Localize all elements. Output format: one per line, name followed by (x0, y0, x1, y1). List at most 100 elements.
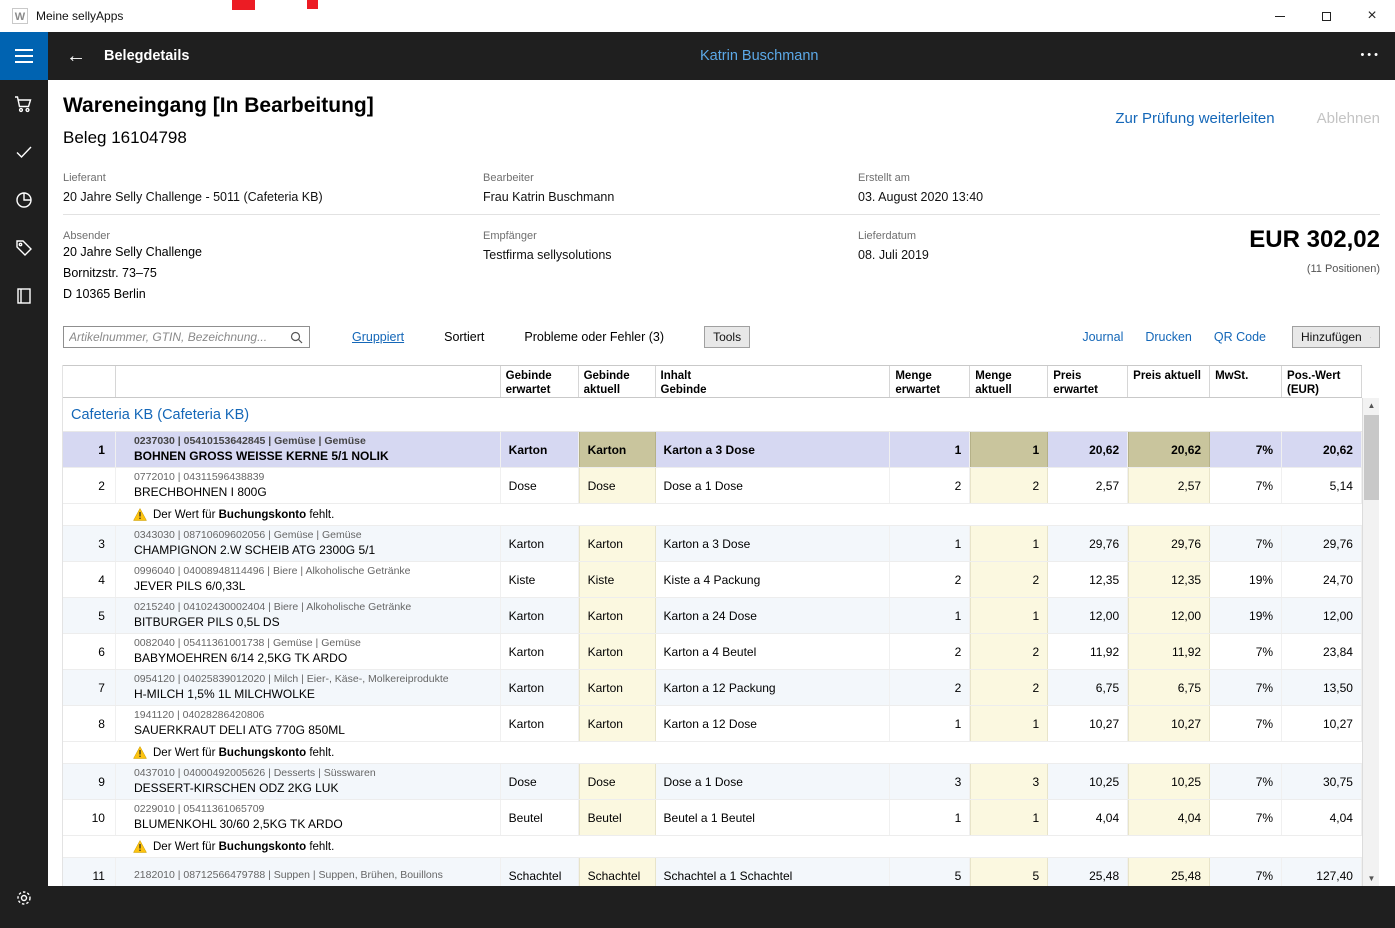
divider (63, 214, 1380, 215)
preis-aktuell-cell: 11,92 (1128, 634, 1210, 669)
sidebar (0, 80, 48, 928)
scroll-down-icon[interactable]: ▼ (1363, 871, 1380, 886)
article-meta: 0215240 | 04102430002404 | Biere | Alkoh… (134, 601, 411, 614)
gebinde-erwartet-cell: Karton (501, 670, 579, 705)
gebinde-aktuell-cell: Karton (579, 634, 656, 669)
journal-link[interactable]: Journal (1082, 330, 1123, 344)
inhalt-gebinde-cell: Karton a 3 Dose (656, 526, 891, 561)
gebinde-aktuell-cell: Karton (579, 670, 656, 705)
hamburger-menu-button[interactable] (0, 32, 48, 80)
table-row[interactable]: 30343030 | 08710609602056 | Gemüse | Gem… (63, 526, 1362, 562)
row-number-cell: 10 (63, 800, 116, 835)
screen-recording-indicator (307, 0, 318, 9)
header-label: Menge aktuell (975, 369, 1042, 397)
table-row[interactable]: 81941120 | 04028286420806SAUERKRAUT DELI… (63, 706, 1362, 742)
header-mwst[interactable]: MwSt. (1210, 366, 1282, 397)
pos-wert-cell: 23,84 (1282, 634, 1362, 669)
mwst-cell: 7% (1210, 858, 1282, 886)
add-dropdown-button[interactable]: Hinzufügen (1292, 326, 1380, 348)
preis-erwartet-cell: 10,25 (1048, 764, 1128, 799)
article-name: BRECHBOHNEN I 800G (134, 485, 267, 500)
sorted-toggle[interactable]: Sortiert (444, 330, 484, 344)
article-meta: 0343030 | 08710609602056 | Gemüse | Gemü… (134, 529, 362, 542)
table-body: 10237030 | 05410153642845 | Gemüse | Gem… (63, 432, 1362, 886)
pos-wert-cell: 13,50 (1282, 670, 1362, 705)
header-menge-erwartet[interactable]: Menge erwartet (890, 366, 970, 397)
table-row[interactable]: 100229010 | 05411361065709BLUMENKOHL 30/… (63, 800, 1362, 836)
header-article[interactable] (116, 366, 501, 397)
header-menge-aktuell[interactable]: Menge aktuell (970, 366, 1048, 397)
search-input[interactable] (64, 330, 290, 344)
header-inhalt-gebinde[interactable]: Inhalt Gebinde (656, 366, 891, 397)
gebinde-aktuell-cell: Kiste (579, 562, 656, 597)
user-link[interactable]: Katrin Buschmann (700, 32, 818, 80)
header-preis-erwartet[interactable]: Preis erwartet (1048, 366, 1128, 397)
table-row[interactable]: 40996040 | 04008948114496 | Biere | Alko… (63, 562, 1362, 598)
mwst-cell: 19% (1210, 562, 1282, 597)
scrollbar-thumb[interactable] (1364, 415, 1379, 500)
total-block: EUR 302,02 (11 Positionen) (1249, 226, 1380, 275)
scroll-up-icon[interactable]: ▲ (1363, 398, 1380, 413)
gear-icon (14, 888, 34, 908)
more-button[interactable]: ••• (1360, 32, 1381, 78)
row-number-cell: 5 (63, 598, 116, 633)
minimize-button[interactable] (1257, 0, 1303, 32)
table-row[interactable]: 20772010 | 04311596438839BRECHBOHNEN I 8… (63, 468, 1362, 504)
article-name: BABYMOEHREN 6/14 2,5KG TK ARDO (134, 651, 347, 666)
close-button[interactable]: × (1349, 0, 1395, 32)
preis-erwartet-cell: 12,00 (1048, 598, 1128, 633)
grouped-toggle[interactable]: Gruppiert (352, 330, 404, 344)
sidebar-item-reports[interactable] (0, 272, 48, 320)
header-pos-wert[interactable]: Pos.-Wert (EUR) (1282, 366, 1362, 397)
qr-code-link[interactable]: QR Code (1214, 330, 1266, 344)
forward-for-review-button[interactable]: Zur Prüfung weiterleiten (1115, 110, 1274, 127)
preis-erwartet-cell: 25,48 (1048, 858, 1128, 886)
tools-button[interactable]: Tools (704, 326, 750, 348)
sidebar-item-tasks[interactable] (0, 128, 48, 176)
preis-aktuell-cell: 25,48 (1128, 858, 1210, 886)
table-row[interactable]: 70954120 | 04025839012020 | Milch | Eier… (63, 670, 1362, 706)
warning-icon (133, 746, 147, 759)
table-row[interactable]: 112182010 | 08712566479788 | Suppen | Su… (63, 858, 1362, 886)
row-warning: Der Wert für Buchungskonto fehlt. (63, 742, 1362, 764)
header-gebinde-aktuell[interactable]: Gebinde aktuell (579, 366, 656, 397)
vertical-scrollbar[interactable]: ▲ ▼ (1362, 398, 1379, 886)
article-meta: 1941120 | 04028286420806 (134, 709, 264, 722)
preis-erwartet-cell: 20,62 (1048, 432, 1128, 467)
check-icon (14, 142, 34, 162)
table-row[interactable]: 5 0215240 | 04102430002404 | Biere | Alko… (63, 598, 1362, 634)
problems-filter[interactable]: Probleme oder Fehler (3) (524, 330, 664, 344)
sidebar-item-settings[interactable] (0, 874, 48, 922)
gebinde-aktuell-cell: Karton (579, 526, 656, 561)
gebinde-aktuell-cell: Dose (579, 468, 656, 503)
sidebar-item-statistics[interactable] (0, 176, 48, 224)
header-row-number[interactable] (63, 366, 116, 397)
menge-aktuell-cell: 2 (970, 468, 1048, 503)
reject-button[interactable]: Ablehnen (1317, 110, 1380, 127)
table-row[interactable]: 60082040 | 05411361001738 | Gemüse | Gem… (63, 634, 1362, 670)
table-row[interactable]: 10237030 | 05410153642845 | Gemüse | Gem… (63, 432, 1362, 468)
sidebar-item-cart[interactable] (0, 80, 48, 128)
header-label: Gebinde aktuell (584, 369, 650, 397)
menge-aktuell-cell: 2 (970, 670, 1048, 705)
preis-aktuell-cell: 12,00 (1128, 598, 1210, 633)
app-logo-icon: W (12, 8, 28, 24)
warning-text: Der Wert für Buchungskonto fehlt. (153, 841, 334, 853)
search-box[interactable] (63, 326, 310, 348)
maximize-button[interactable] (1303, 0, 1349, 32)
article-name: BLUMENKOHL 30/60 2,5KG TK ARDO (134, 817, 343, 832)
article-meta: 2182010 | 08712566479788 | Suppen | Supp… (134, 869, 443, 882)
mwst-cell: 7% (1210, 800, 1282, 835)
mwst-cell: 7% (1210, 634, 1282, 669)
header-label: Pos.-Wert (EUR) (1287, 369, 1356, 397)
print-link[interactable]: Drucken (1145, 330, 1192, 344)
preis-aktuell-cell: 20,62 (1128, 432, 1210, 467)
header-preis-aktuell[interactable]: Preis aktuell (1128, 366, 1210, 397)
group-header[interactable]: Cafeteria KB (Cafeteria KB) (63, 398, 1362, 432)
field-absender: Absender 20 Jahre Selly Challenge Bornit… (63, 230, 202, 305)
back-button[interactable]: ← (58, 32, 94, 80)
sidebar-item-tags[interactable] (0, 224, 48, 272)
chevron-down-icon (1370, 334, 1371, 341)
header-gebinde-erwartet[interactable]: Gebinde erwartet (501, 366, 579, 397)
table-row[interactable]: 90437010 | 04000492005626 | Desserts | S… (63, 764, 1362, 800)
